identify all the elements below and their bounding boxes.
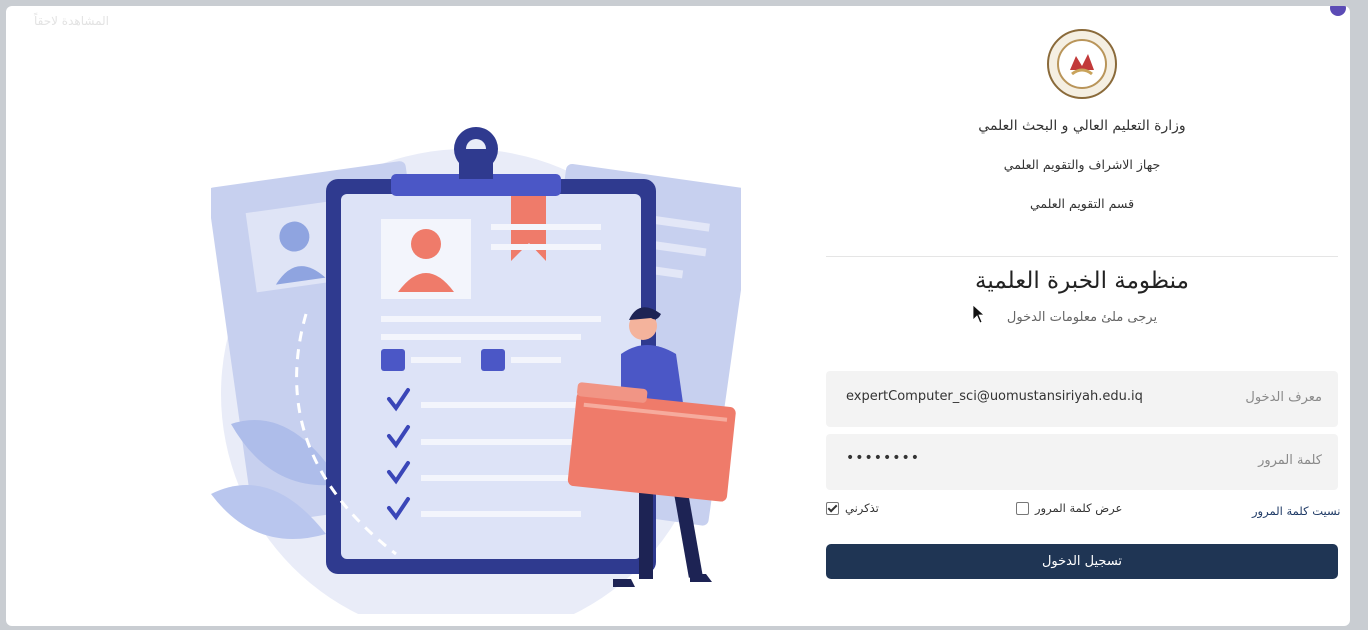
clipboard-illustration xyxy=(207,127,755,626)
divider xyxy=(826,256,1338,257)
remember-me-label: تذكرني xyxy=(845,501,879,515)
forgot-password-link[interactable]: نسيت كلمة المرور xyxy=(1252,504,1340,518)
watermark-text: المشاهدة لاحقاً xyxy=(34,14,110,28)
login-button[interactable]: تسجيل الدخول xyxy=(826,544,1338,579)
show-password-label: عرض كلمة المرور xyxy=(1035,501,1123,515)
password-input[interactable]: •••••••• xyxy=(846,450,1206,466)
username-label: معرف الدخول xyxy=(1245,390,1322,405)
seal-icon xyxy=(1047,29,1117,99)
department-name: قسم التقويم العلمي xyxy=(1029,196,1135,211)
ministry-name: وزارة التعليم العالي و البحث العلمي xyxy=(978,118,1186,134)
password-label: كلمة المرور xyxy=(1258,453,1322,468)
ministry-logo xyxy=(1046,28,1118,100)
login-panel: وزارة التعليم العالي و البحث العلمي جهاز… xyxy=(826,6,1340,626)
password-field[interactable]: كلمة المرور •••••••• xyxy=(826,434,1338,490)
page-subtitle: يرجى ملئ معلومات الدخول xyxy=(1006,310,1158,325)
remember-me-option[interactable]: تذكرني xyxy=(826,501,879,515)
page-title: منظومة الخبرة العلمية xyxy=(975,268,1189,294)
username-field[interactable]: معرف الدخول expertComputer_sci@uomustans… xyxy=(826,371,1338,427)
show-password-checkbox[interactable] xyxy=(1016,501,1029,515)
username-input[interactable]: expertComputer_sci@uomustansiriyah.edu.i… xyxy=(846,389,1206,404)
remember-me-checkbox[interactable] xyxy=(826,501,839,515)
corner-badge xyxy=(1330,6,1346,16)
show-password-option[interactable]: عرض كلمة المرور xyxy=(1016,501,1122,515)
cursor-icon xyxy=(972,304,986,324)
agency-name: جهاز الاشراف والتقويم العلمي xyxy=(1003,157,1161,172)
login-page: المشاهدة لاحقاً وزارة التعليم العالي و ا… xyxy=(6,6,1350,626)
login-illustration xyxy=(207,94,755,626)
